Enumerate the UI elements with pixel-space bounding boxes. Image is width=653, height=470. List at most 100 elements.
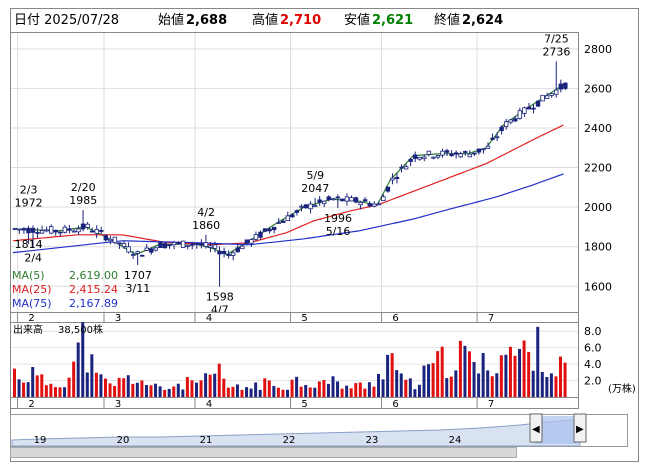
volume-y-tick: 4.0 bbox=[584, 358, 602, 371]
volume-bar bbox=[458, 340, 462, 397]
ma-legend-value: 2,167.89 bbox=[69, 297, 118, 310]
volume-bar bbox=[540, 372, 544, 397]
candle-body bbox=[235, 247, 240, 253]
candle-body bbox=[194, 243, 199, 245]
candle-body bbox=[240, 245, 245, 250]
volume-bar bbox=[354, 383, 358, 397]
candle-body bbox=[185, 245, 190, 247]
month-label: 4 bbox=[206, 399, 212, 410]
volume-bar bbox=[504, 354, 508, 397]
volume-bar bbox=[108, 383, 112, 397]
volume-bar bbox=[536, 326, 540, 397]
candle-body bbox=[499, 126, 504, 132]
volume-bar bbox=[381, 379, 385, 397]
candle-body bbox=[62, 226, 68, 233]
candle-body bbox=[112, 236, 118, 244]
candle-body bbox=[385, 186, 391, 192]
volume-bar bbox=[358, 382, 362, 397]
volume-bar bbox=[85, 372, 89, 397]
volume-bar bbox=[213, 373, 217, 397]
candle-body bbox=[89, 230, 95, 233]
candle-body bbox=[381, 196, 386, 201]
candle-body bbox=[262, 228, 268, 232]
candle-body bbox=[522, 107, 527, 114]
candle-body bbox=[513, 118, 518, 122]
candle-body bbox=[544, 95, 550, 99]
candle-body bbox=[212, 244, 218, 249]
volume-bar bbox=[199, 380, 203, 397]
candle-body bbox=[563, 82, 568, 89]
price-annotation: 2047 bbox=[301, 182, 329, 195]
ma-legend-value: 2,619.00 bbox=[69, 269, 118, 282]
volume-bar bbox=[404, 379, 408, 397]
month-label: 5 bbox=[301, 399, 307, 410]
candle-body bbox=[117, 242, 122, 245]
navigator-scrollbar[interactable] bbox=[10, 447, 517, 458]
candle-body bbox=[67, 228, 72, 231]
month-label: 7 bbox=[488, 399, 494, 410]
candle-body bbox=[144, 247, 149, 251]
candle-body bbox=[340, 198, 345, 202]
month-label: 3 bbox=[115, 399, 121, 410]
volume-bar bbox=[463, 345, 467, 397]
volume-bar bbox=[495, 373, 499, 397]
volume-bar bbox=[331, 376, 335, 397]
volume-bar bbox=[281, 389, 285, 397]
high-value: 2,710 bbox=[280, 13, 321, 28]
candle-body bbox=[408, 158, 413, 162]
volume-bar bbox=[22, 382, 26, 397]
volume-bar bbox=[477, 373, 481, 397]
candle-body bbox=[26, 227, 31, 234]
price-y-tick: 2800 bbox=[584, 43, 612, 56]
price-annotation: 1985 bbox=[69, 194, 97, 207]
candle-body bbox=[299, 205, 304, 208]
navigator-label: 19 bbox=[34, 435, 47, 446]
candle-body bbox=[99, 230, 104, 232]
close-label: 終値 bbox=[434, 12, 460, 28]
candle-body bbox=[126, 246, 131, 253]
volume-bar bbox=[304, 385, 308, 397]
candle-body bbox=[426, 150, 432, 155]
volume-bar bbox=[135, 382, 139, 397]
price-y-tick: 2000 bbox=[584, 201, 612, 214]
volume-title: 出来高 bbox=[13, 323, 43, 336]
volume-bar bbox=[522, 340, 526, 397]
price-annotation: 4/2 bbox=[197, 206, 215, 219]
volume-panel: 2.0 4.0 6.0 8.0 出来高 38,500株 (万株) bbox=[10, 322, 636, 398]
navigator-label: 23 bbox=[366, 435, 379, 446]
candle-body bbox=[135, 251, 140, 254]
volume-bar bbox=[422, 365, 426, 397]
candle-body bbox=[453, 152, 459, 155]
scroll-right-button[interactable]: ▶ bbox=[573, 413, 587, 443]
volume-bar bbox=[513, 355, 517, 397]
candle-body bbox=[444, 150, 450, 153]
navigator-label: 22 bbox=[283, 435, 296, 446]
candle-body bbox=[71, 230, 77, 233]
candle-body bbox=[399, 166, 404, 169]
candle-body bbox=[344, 196, 350, 202]
candle-body bbox=[44, 229, 49, 232]
volume-bar bbox=[249, 388, 253, 397]
volume-bar bbox=[563, 362, 567, 397]
volume-bar bbox=[154, 383, 158, 397]
volume-bar bbox=[122, 378, 126, 397]
volume-bar bbox=[545, 376, 549, 397]
candle-body bbox=[271, 226, 277, 231]
candle-body bbox=[503, 121, 509, 128]
volume-bar bbox=[554, 376, 558, 397]
navigator-label: 21 bbox=[200, 435, 213, 446]
scroll-left-button[interactable]: ◀ bbox=[529, 413, 543, 443]
candle-body bbox=[481, 148, 486, 151]
candle-body bbox=[249, 239, 254, 244]
volume-bar bbox=[377, 374, 380, 397]
candle-body bbox=[139, 254, 145, 257]
volume-y-tick: 6.0 bbox=[584, 342, 602, 355]
volume-bar bbox=[449, 376, 453, 397]
volume-bar bbox=[67, 377, 71, 397]
price-y-tick: 2400 bbox=[584, 122, 612, 135]
volume-bar bbox=[276, 387, 280, 397]
volume-bar bbox=[431, 363, 435, 397]
volume-bar bbox=[104, 378, 107, 397]
volume-bar bbox=[254, 382, 258, 397]
ma-legend-name: MA(5) bbox=[12, 269, 45, 282]
